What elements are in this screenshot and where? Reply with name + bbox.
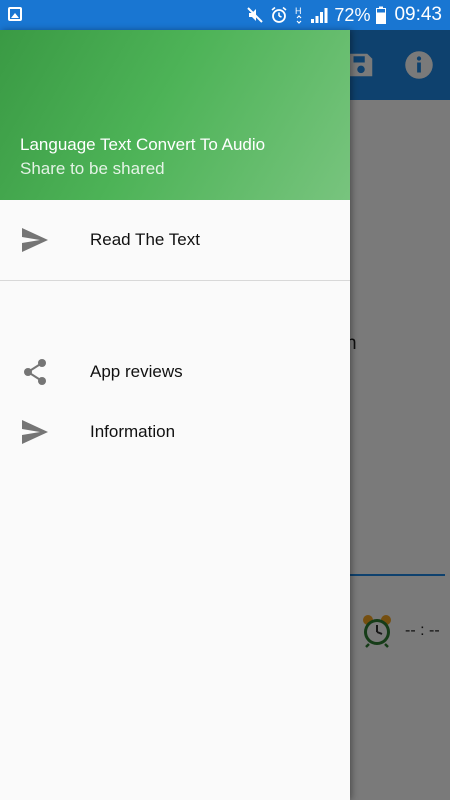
mute-icon xyxy=(247,7,264,23)
svg-text:H: H xyxy=(295,6,302,16)
menu-item-label: App reviews xyxy=(90,362,183,381)
status-time: 09:43 xyxy=(394,4,442,25)
send-icon xyxy=(22,420,48,444)
battery-percent: 72% xyxy=(334,4,371,25)
menu-item-label: Read The Text xyxy=(90,230,200,249)
drawer-header: Language Text Convert To Audio Share to … xyxy=(0,30,350,200)
share-icon xyxy=(24,359,46,385)
drawer-subtitle: Share to be shared xyxy=(20,159,165,178)
alarm-icon xyxy=(271,6,287,23)
menu-item-app-reviews[interactable]: App reviews xyxy=(0,342,350,402)
send-icon xyxy=(22,228,48,252)
status-bar: H 72% 09:43 xyxy=(0,0,450,30)
signal-icon xyxy=(311,8,328,23)
menu-item-read-the-text[interactable]: Read The Text xyxy=(0,210,350,270)
status-icons: H 72% 09:43 xyxy=(246,0,442,30)
h-plus-icon: H xyxy=(295,6,302,24)
menu-item-information[interactable]: Information xyxy=(0,402,350,462)
gallery-icon xyxy=(8,7,22,21)
drawer-title: Language Text Convert To Audio xyxy=(20,135,266,154)
navigation-drawer: Language Text Convert To Audio Share to … xyxy=(0,30,350,800)
menu-item-label: Information xyxy=(90,422,176,441)
battery-icon xyxy=(376,6,387,24)
drawer-divider xyxy=(0,280,350,281)
